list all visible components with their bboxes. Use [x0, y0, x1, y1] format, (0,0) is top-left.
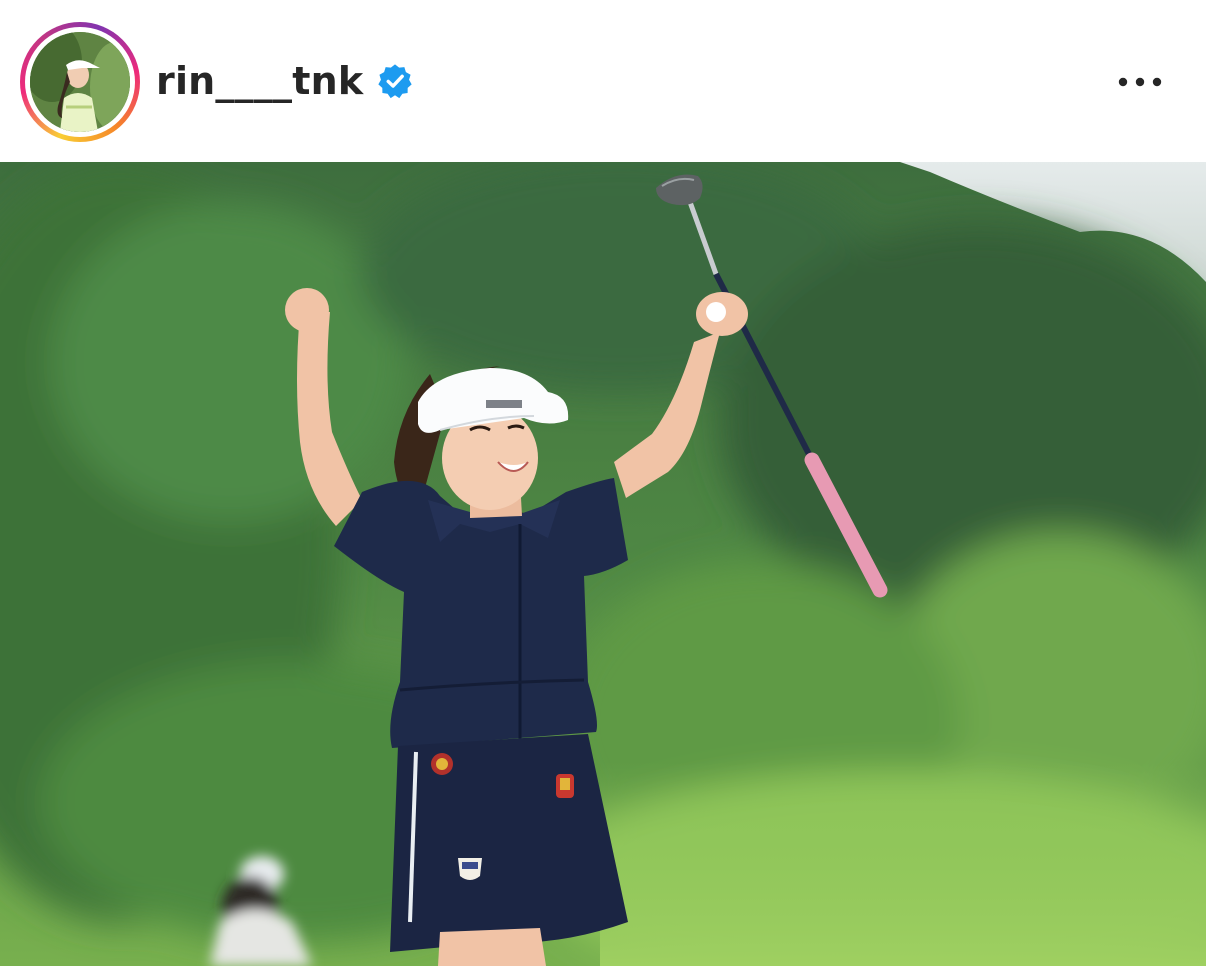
username-link[interactable]: rin____tnk — [156, 59, 363, 103]
post-header: rin____tnk — [0, 0, 1206, 162]
more-options-button[interactable] — [1110, 62, 1170, 102]
golfer-celebrating-photo — [0, 162, 1206, 966]
more-horizontal-icon — [1118, 77, 1162, 87]
avatar-image — [30, 32, 130, 132]
instagram-post: rin____tnk — [0, 0, 1206, 966]
avatar[interactable] — [30, 32, 130, 132]
post-image[interactable] — [0, 162, 1206, 966]
username-row: rin____tnk — [156, 56, 413, 106]
verified-badge-icon — [378, 64, 412, 99]
story-ring[interactable] — [20, 22, 140, 142]
